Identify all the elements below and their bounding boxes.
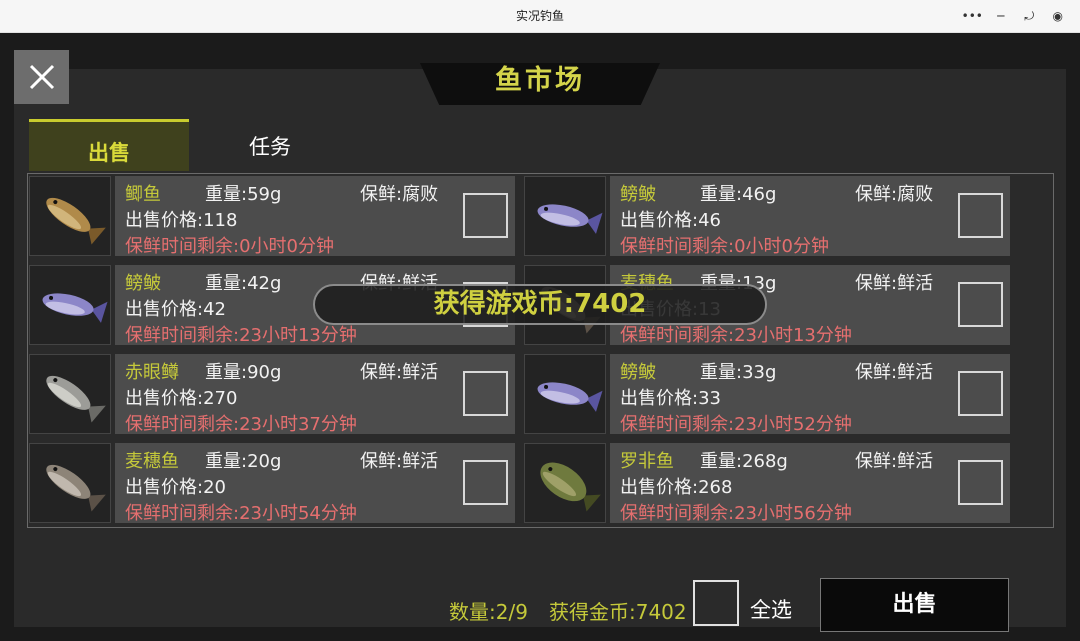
fish-item[interactable]: 鲫鱼 重量:59g 保鲜:腐败出售价格:118 保鲜时间剩余:0小时0分钟 xyxy=(29,176,515,257)
fish-time-remaining: 保鲜时间剩余:0小时0分钟 xyxy=(620,236,829,257)
page-title: 鱼市场 xyxy=(495,65,585,96)
fish-select-checkbox[interactable] xyxy=(958,460,1003,505)
fish-name: 鲫鱼 xyxy=(125,184,161,205)
record-icon[interactable]: ◉ xyxy=(1045,9,1071,23)
coin-toast: 获得游戏币:7402 xyxy=(313,284,767,325)
select-all-label[interactable]: 全选 xyxy=(750,594,792,624)
fish-name: 鳑鲏 xyxy=(125,273,161,294)
fish-select-checkbox[interactable] xyxy=(958,282,1003,327)
fish-weight: 重量:46g xyxy=(700,184,777,205)
fish-select-checkbox[interactable] xyxy=(958,371,1003,416)
fish-card: 麦穗鱼 重量:20g 保鲜:鲜活出售价格:20 保鲜时间剩余:23小时54分钟 xyxy=(115,443,515,524)
close-x-icon xyxy=(29,64,54,90)
tab-sell[interactable]: 出售 xyxy=(29,119,189,171)
tab-tasks[interactable]: 任务 xyxy=(190,119,350,171)
fish-time-remaining: 保鲜时间剩余:0小时0分钟 xyxy=(125,236,334,257)
fish-price: 出售价格:46 xyxy=(620,210,721,231)
fish-freshness: 保鲜:鲜活 xyxy=(855,362,934,383)
fish-thumbnail xyxy=(524,176,606,256)
fish-card: 鳑鲏 重量:33g 保鲜:鲜活出售价格:33 保鲜时间剩余:23小时52分钟 xyxy=(610,354,1010,435)
window-capsule: ••• ─ ⤾ ◉ xyxy=(958,5,1072,27)
fish-price: 出售价格:118 xyxy=(125,210,238,231)
fish-weight: 重量:59g xyxy=(205,184,282,205)
fish-weight: 重量:20g xyxy=(205,451,282,472)
fish-time-remaining: 保鲜时间剩余:23小时52分钟 xyxy=(620,414,852,435)
fish-thumbnail xyxy=(524,443,606,523)
fish-name: 赤眼鳟 xyxy=(125,362,179,383)
barbel-chub-icon xyxy=(46,375,106,423)
fish-freshness: 保鲜:腐败 xyxy=(855,184,934,205)
fish-thumbnail xyxy=(29,354,111,434)
fish-name: 麦穗鱼 xyxy=(125,451,179,472)
fish-time-remaining: 保鲜时间剩余:23小时13分钟 xyxy=(125,325,357,346)
fish-card: 罗非鱼 重量:268g 保鲜:鲜活出售价格:268 保鲜时间剩余:23小时56分钟 xyxy=(610,443,1010,524)
fish-select-checkbox[interactable] xyxy=(463,371,508,416)
select-all-checkbox[interactable] xyxy=(693,580,739,626)
fish-freshness: 保鲜:鲜活 xyxy=(855,451,934,472)
fish-time-remaining: 保鲜时间剩余:23小时56分钟 xyxy=(620,503,852,524)
fish-card: 赤眼鳟 重量:90g 保鲜:鲜活出售价格:270 保鲜时间剩余:23小时37分钟 xyxy=(115,354,515,435)
fish-item[interactable]: 鳑鲏 重量:46g 保鲜:腐败出售价格:46 保鲜时间剩余:0小时0分钟 xyxy=(524,176,1010,257)
fish-freshness: 保鲜:鲜活 xyxy=(360,451,439,472)
fish-thumbnail xyxy=(524,354,606,434)
fish-weight: 重量:90g xyxy=(205,362,282,383)
fish-weight: 重量:42g xyxy=(205,273,282,294)
fish-price: 出售价格:42 xyxy=(125,299,226,320)
quantity-label: 数量:2/9 xyxy=(449,600,528,624)
fish-price: 出售价格:270 xyxy=(125,388,238,409)
fish-price: 出售价格:268 xyxy=(620,477,733,498)
fish-time-remaining: 保鲜时间剩余:23小时37分钟 xyxy=(125,414,357,435)
fish-card: 鳑鲏 重量:46g 保鲜:腐败出售价格:46 保鲜时间剩余:0小时0分钟 xyxy=(610,176,1010,257)
fish-price: 出售价格:33 xyxy=(620,388,721,409)
fish-freshness: 保鲜:腐败 xyxy=(360,184,439,205)
fish-weight: 重量:268g xyxy=(700,451,788,472)
bitterling-icon xyxy=(42,293,108,323)
game-canvas: 鱼市场 出售 任务 鲫鱼 重量:59g 保鲜:腐败出售价格:118 保鲜时间剩余:0小… xyxy=(0,33,1080,641)
fish-freshness: 保鲜:鲜活 xyxy=(855,273,934,294)
fish-item[interactable]: 赤眼鳟 重量:90g 保鲜:鲜活出售价格:270 保鲜时间剩余:23小时37分钟 xyxy=(29,354,515,435)
fish-name: 鳑鲏 xyxy=(620,184,656,205)
sell-button[interactable]: 出售 xyxy=(820,578,1009,632)
fish-weight: 重量:33g xyxy=(700,362,777,383)
fish-price: 出售价格:20 xyxy=(125,477,226,498)
bitterling-icon xyxy=(537,204,603,234)
crucian-carp-icon xyxy=(46,197,106,245)
gold-earned-label: 获得金币:7402 xyxy=(549,600,687,624)
fish-name: 罗非鱼 xyxy=(620,451,674,472)
fish-name: 鳑鲏 xyxy=(620,362,656,383)
restore-icon[interactable]: ⤾ xyxy=(1016,9,1042,24)
more-dots-icon[interactable]: ••• xyxy=(959,9,985,23)
fish-time-remaining: 保鲜时间剩余:23小时54分钟 xyxy=(125,503,357,524)
fish-select-checkbox[interactable] xyxy=(463,193,508,238)
stone-moroko-icon xyxy=(46,464,106,512)
fish-select-checkbox[interactable] xyxy=(463,460,508,505)
minimize-icon[interactable]: ─ xyxy=(988,9,1014,23)
fish-item[interactable]: 罗非鱼 重量:268g 保鲜:鲜活出售价格:268 保鲜时间剩余:23小时56分钟 xyxy=(524,443,1010,524)
bitterling-icon xyxy=(537,382,603,412)
fish-thumbnail xyxy=(29,265,111,345)
fish-item[interactable]: 鳑鲏 重量:33g 保鲜:鲜活出售价格:33 保鲜时间剩余:23小时52分钟 xyxy=(524,354,1010,435)
window-titlebar: 实况钓鱼 ••• ─ ⤾ ◉ xyxy=(0,0,1080,33)
close-button[interactable] xyxy=(14,50,69,104)
fish-select-checkbox[interactable] xyxy=(958,193,1003,238)
window-title: 实况钓鱼 xyxy=(515,9,564,23)
fish-freshness: 保鲜:鲜活 xyxy=(360,362,439,383)
fish-thumbnail xyxy=(29,443,111,523)
tilapia-icon xyxy=(540,462,601,512)
fish-item[interactable]: 麦穗鱼 重量:20g 保鲜:鲜活出售价格:20 保鲜时间剩余:23小时54分钟 xyxy=(29,443,515,524)
fish-thumbnail xyxy=(29,176,111,256)
fish-card: 鲫鱼 重量:59g 保鲜:腐败出售价格:118 保鲜时间剩余:0小时0分钟 xyxy=(115,176,515,257)
